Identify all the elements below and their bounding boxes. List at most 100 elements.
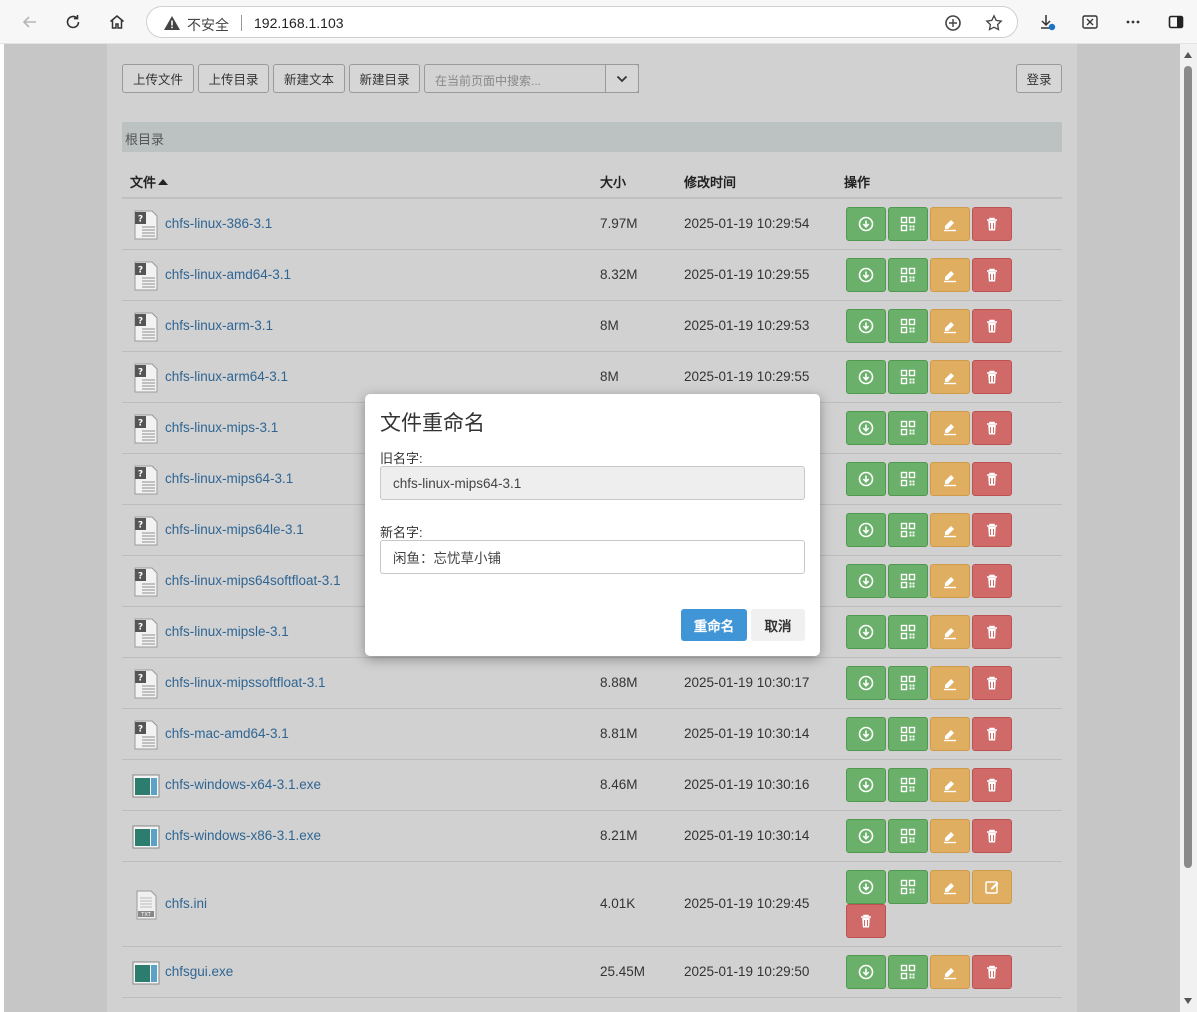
back-button[interactable] xyxy=(16,8,44,36)
rename-button[interactable] xyxy=(930,564,970,598)
delete-button[interactable] xyxy=(972,819,1012,853)
delete-button[interactable] xyxy=(972,513,1012,547)
download-button[interactable] xyxy=(846,513,886,547)
file-name-link[interactable]: chfs-linux-arm64-3.1 xyxy=(165,369,288,384)
download-button[interactable] xyxy=(846,411,886,445)
download-button[interactable] xyxy=(846,207,886,241)
file-name-link[interactable]: chfs-linux-mips64le-3.1 xyxy=(165,522,304,537)
rename-button[interactable] xyxy=(930,462,970,496)
rename-button[interactable] xyxy=(930,309,970,343)
qrcode-button[interactable] xyxy=(888,258,928,292)
download-button[interactable] xyxy=(846,615,886,649)
file-name-link[interactable]: chfs-linux-mips64-3.1 xyxy=(165,471,293,486)
delete-button[interactable] xyxy=(972,564,1012,598)
delete-button[interactable] xyxy=(846,904,886,938)
download-button[interactable] xyxy=(846,819,886,853)
rename-confirm-button[interactable]: 重命名 xyxy=(681,609,747,641)
delete-button[interactable] xyxy=(972,411,1012,445)
qrcode-button[interactable] xyxy=(888,615,928,649)
download-button[interactable] xyxy=(846,955,886,989)
rename-button[interactable] xyxy=(930,615,970,649)
qrcode-button[interactable] xyxy=(888,207,928,241)
more-menu-button[interactable] xyxy=(1119,8,1147,36)
download-button[interactable] xyxy=(846,309,886,343)
rename-button[interactable] xyxy=(930,768,970,802)
file-name-link[interactable]: chfs-windows-x64-3.1.exe xyxy=(165,777,321,792)
upload-dir-button[interactable]: 上传目录 xyxy=(198,64,269,93)
download-button[interactable] xyxy=(846,462,886,496)
download-button[interactable] xyxy=(846,360,886,394)
qrcode-button[interactable] xyxy=(888,666,928,700)
translate-icon[interactable] xyxy=(944,14,962,32)
rename-cancel-button[interactable]: 取消 xyxy=(751,609,805,641)
upload-file-button[interactable]: 上传文件 xyxy=(122,64,194,93)
download-button[interactable] xyxy=(846,768,886,802)
search-dropdown-button[interactable] xyxy=(605,64,639,93)
home-button[interactable] xyxy=(103,8,131,36)
file-name-link[interactable]: chfs-mac-amd64-3.1 xyxy=(165,726,289,741)
qrcode-button[interactable] xyxy=(888,717,928,751)
qrcode-button[interactable] xyxy=(888,870,928,904)
scroll-up-arrow-icon[interactable] xyxy=(1184,52,1192,58)
delete-button[interactable] xyxy=(972,615,1012,649)
qrcode-button[interactable] xyxy=(888,411,928,445)
file-name-link[interactable]: chfs-linux-arm-3.1 xyxy=(165,318,273,333)
download-button[interactable] xyxy=(846,258,886,292)
new-dir-button[interactable]: 新建目录 xyxy=(349,64,420,93)
qrcode-button[interactable] xyxy=(888,819,928,853)
rename-button[interactable] xyxy=(930,666,970,700)
file-name-link[interactable]: chfs-linux-mipsle-3.1 xyxy=(165,624,289,639)
scroll-thumb[interactable] xyxy=(1184,66,1192,868)
login-button[interactable]: 登录 xyxy=(1016,64,1062,93)
header-file[interactable]: 文件 xyxy=(130,172,169,191)
delete-button[interactable] xyxy=(972,955,1012,989)
delete-button[interactable] xyxy=(972,207,1012,241)
rename-button[interactable] xyxy=(930,819,970,853)
screenshot-button[interactable] xyxy=(1076,8,1104,36)
qrcode-button[interactable] xyxy=(888,462,928,496)
file-name-link[interactable]: chfsgui.exe xyxy=(165,964,233,979)
rename-button[interactable] xyxy=(930,258,970,292)
sidebar-button[interactable] xyxy=(1162,8,1190,36)
rename-button[interactable] xyxy=(930,870,970,904)
delete-button[interactable] xyxy=(972,462,1012,496)
delete-button[interactable] xyxy=(972,309,1012,343)
vertical-scrollbar[interactable] xyxy=(1180,44,1197,1012)
download-button[interactable] xyxy=(846,564,886,598)
qrcode-button[interactable] xyxy=(888,360,928,394)
qrcode-button[interactable] xyxy=(888,513,928,547)
rename-button[interactable] xyxy=(930,411,970,445)
header-mtime[interactable]: 修改时间 xyxy=(684,172,736,191)
rename-button[interactable] xyxy=(930,717,970,751)
delete-button[interactable] xyxy=(972,258,1012,292)
new-text-button[interactable]: 新建文本 xyxy=(273,64,345,93)
new-name-field[interactable] xyxy=(380,540,805,574)
rename-button[interactable] xyxy=(930,360,970,394)
qrcode-button[interactable] xyxy=(888,309,928,343)
file-name-link[interactable]: chfs-linux-mips64softfloat-3.1 xyxy=(165,573,341,588)
rename-button[interactable] xyxy=(930,207,970,241)
file-name-link[interactable]: chfs-linux-386-3.1 xyxy=(165,216,272,231)
scroll-down-arrow-icon[interactable] xyxy=(1184,998,1192,1004)
address-bar[interactable]: 不安全 192.168.1.103 xyxy=(146,6,1018,38)
url-text[interactable]: 192.168.1.103 xyxy=(254,15,344,31)
file-name-link[interactable]: chfs-linux-amd64-3.1 xyxy=(165,267,291,282)
rename-button[interactable] xyxy=(930,955,970,989)
file-name-link[interactable]: chfs-linux-mips-3.1 xyxy=(165,420,278,435)
qrcode-button[interactable] xyxy=(888,564,928,598)
edit-button[interactable] xyxy=(972,870,1012,904)
qrcode-button[interactable] xyxy=(888,768,928,802)
old-name-field[interactable] xyxy=(380,466,805,500)
qrcode-button[interactable] xyxy=(888,955,928,989)
downloads-button[interactable] xyxy=(1033,8,1061,36)
download-button[interactable] xyxy=(846,717,886,751)
file-name-link[interactable]: chfs-windows-x86-3.1.exe xyxy=(165,828,321,843)
delete-button[interactable] xyxy=(972,768,1012,802)
breadcrumb-root[interactable]: 根目录 xyxy=(125,132,164,147)
delete-button[interactable] xyxy=(972,717,1012,751)
warning-icon[interactable] xyxy=(163,14,181,32)
header-size[interactable]: 大小 xyxy=(600,172,626,191)
favorite-star-icon[interactable] xyxy=(985,14,1003,32)
delete-button[interactable] xyxy=(972,360,1012,394)
download-button[interactable] xyxy=(846,666,886,700)
